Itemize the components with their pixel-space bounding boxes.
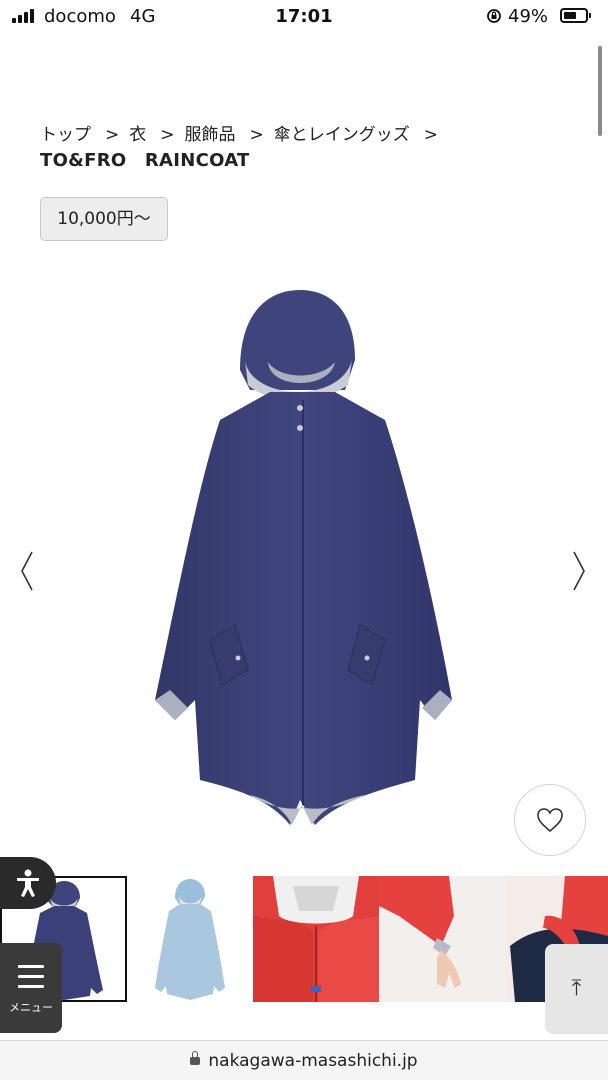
- red-raincoat-sleeve-thumbnail[interactable]: [379, 876, 505, 1002]
- price-badge: 10,000円〜: [40, 197, 168, 241]
- breadcrumb-item-clothing[interactable]: 衣: [129, 125, 146, 145]
- lock-icon: [190, 1051, 201, 1065]
- breadcrumb-separator: >: [249, 125, 264, 145]
- breadcrumb-item-top[interactable]: トップ: [40, 125, 91, 145]
- chevron-right-icon[interactable]: [566, 548, 590, 594]
- red-raincoat-collar-thumbnail[interactable]: [253, 876, 379, 1002]
- page-scrollbar[interactable]: [598, 46, 602, 136]
- breadcrumb-separator: >: [423, 125, 438, 145]
- breadcrumb-separator: >: [160, 125, 175, 145]
- navy-raincoat-image: [155, 290, 452, 825]
- accessibility-icon: [17, 869, 39, 897]
- favorite-button[interactable]: [514, 784, 586, 856]
- battery-percent: 49%: [508, 6, 549, 27]
- breadcrumb-separator: >: [105, 125, 120, 145]
- light-blue-raincoat-thumbnail[interactable]: [127, 876, 253, 1002]
- hamburger-icon: [18, 965, 44, 995]
- url-text: nakagawa-masashichi.jp: [208, 1051, 418, 1071]
- menu-label: メニュー: [9, 1001, 53, 1014]
- menu-button[interactable]: メニュー: [0, 943, 62, 1033]
- breadcrumb: トップ > 衣 > 服飾品 > 傘とレイングッズ >: [40, 120, 448, 145]
- status-bar: docomo 4G 17:01 49%: [0, 0, 608, 34]
- heart-icon: [537, 808, 563, 833]
- arrow-up-icon: ⤒: [571, 976, 582, 1001]
- scroll-top-button[interactable]: ⤒: [545, 944, 608, 1034]
- breadcrumb-item-accessories[interactable]: 服飾品: [185, 125, 236, 145]
- battery-icon: [560, 8, 591, 23]
- product-title: TO&FRO RAINCOAT: [40, 150, 250, 171]
- browser-address-bar[interactable]: nakagawa-masashichi.jp: [0, 1040, 608, 1080]
- thumbnail-strip: [0, 876, 608, 1002]
- rotation-lock-icon: [487, 9, 501, 23]
- breadcrumb-item-rain-goods[interactable]: 傘とレイングッズ: [274, 125, 410, 145]
- chevron-left-icon[interactable]: [16, 548, 40, 594]
- accessibility-button[interactable]: [0, 857, 56, 909]
